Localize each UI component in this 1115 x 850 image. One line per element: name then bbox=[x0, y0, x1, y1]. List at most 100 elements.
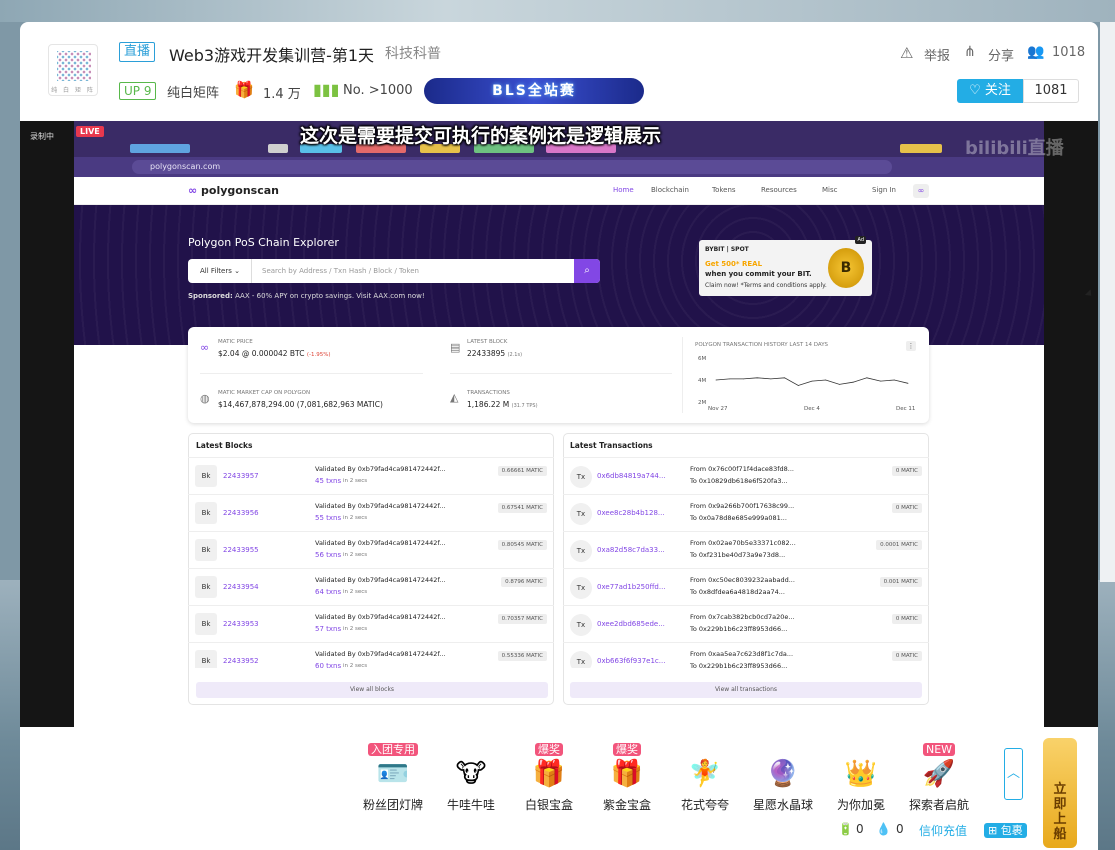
gift-name: 白银宝盒 bbox=[524, 798, 573, 812]
validator-link[interactable]: Validated By 0xb79fad4ca981472442f... bbox=[315, 465, 445, 473]
silver-seed-icon: 💧 bbox=[876, 822, 891, 836]
validator-link[interactable]: Validated By 0xb79fad4ca981472442f... bbox=[315, 650, 445, 658]
filter-dropdown[interactable]: All Filters ⌄ bbox=[188, 259, 252, 283]
transaction-row: Tx 0xee2dbd685ede... From 0x7cab382bcb0c… bbox=[563, 606, 929, 643]
block-number-link[interactable]: 22433956 bbox=[223, 509, 259, 517]
site-logo[interactable]: ∞ polygonscan bbox=[188, 184, 279, 197]
block-txns-link[interactable]: 64 txns bbox=[315, 588, 341, 596]
streamer-avatar[interactable]: 纯 白 矩 阵 bbox=[48, 44, 98, 96]
transactions-value[interactable]: 1,186.22 M bbox=[467, 400, 509, 409]
view-all-transactions-button[interactable]: View all transactions bbox=[570, 682, 922, 698]
tx-to-link[interactable]: To 0x229b1b6c23ff8953d66... bbox=[690, 625, 787, 633]
bls-banner[interactable]: BLS全站赛 bbox=[424, 78, 644, 104]
block-time: in 2 secs bbox=[343, 626, 368, 632]
tx-from-link[interactable]: From 0xaa5ea7c623d8f1c7da... bbox=[690, 650, 793, 658]
block-txns-link[interactable]: 57 txns bbox=[315, 625, 341, 633]
sponsored-text[interactable]: AAX - 60% APY on crypto savings. Visit A… bbox=[235, 292, 425, 300]
tx-hash-link[interactable]: 0x6db84819a744... bbox=[597, 472, 666, 480]
expand-gifts-button[interactable]: ︿ bbox=[1004, 748, 1023, 800]
validator-link[interactable]: Validated By 0xb79fad4ca981472442f... bbox=[315, 539, 445, 547]
block-txns-link[interactable]: 60 txns bbox=[315, 662, 341, 668]
block-txns-link[interactable]: 45 txns bbox=[315, 477, 341, 485]
nav-tokens[interactable]: Tokens bbox=[712, 186, 736, 194]
rank-value[interactable]: No. >1000 bbox=[343, 83, 413, 98]
share-icon[interactable]: ⋔ bbox=[964, 44, 976, 60]
block-txns-link[interactable]: 56 txns bbox=[315, 551, 341, 559]
tx-amount: 0 MATIC bbox=[891, 466, 922, 476]
room-category[interactable]: 科技科普 bbox=[385, 43, 441, 63]
tx-from-link[interactable]: From 0xc50ec8039232aabadd... bbox=[690, 576, 795, 584]
tx-hash-link[interactable]: 0xee2dbd685ede... bbox=[597, 620, 665, 628]
gift-item[interactable]: 🐮 牛哇牛哇 bbox=[436, 738, 506, 818]
tx-from-link[interactable]: From 0x02ae70b5e33371c082... bbox=[690, 539, 796, 547]
tx-hash-link[interactable]: 0xee8c28b4b128... bbox=[597, 509, 665, 517]
chart-ytick-label: 2M bbox=[698, 400, 706, 406]
validator-link[interactable]: Validated By 0xb79fad4ca981472442f... bbox=[315, 576, 445, 584]
block-time: in 2 secs bbox=[343, 552, 368, 558]
recharge-button[interactable]: 信仰充值 bbox=[919, 822, 967, 839]
latest-block[interactable]: 22433895 bbox=[467, 349, 505, 358]
validator-link[interactable]: Validated By 0xb79fad4ca981472442f... bbox=[315, 613, 445, 621]
block-number-link[interactable]: 22433953 bbox=[223, 620, 259, 628]
tx-hash-link[interactable]: 0xb663f6f937e1c... bbox=[597, 657, 665, 665]
ad-banner[interactable]: BYBIT | SPOT Get 500* REAL when you comm… bbox=[699, 236, 872, 296]
block-number-link[interactable]: 22433952 bbox=[223, 657, 259, 665]
streamer-name[interactable]: 纯白矩阵 bbox=[167, 82, 219, 101]
tx-to-link[interactable]: To 0x8dfdea6a4818d2aa74... bbox=[690, 588, 785, 596]
gift-item[interactable]: NEW 🚀 探索者启航 bbox=[904, 738, 974, 818]
gift-item[interactable]: 入团专用 🪪 粉丝团灯牌 bbox=[358, 738, 428, 818]
package-text: 包裹 bbox=[1000, 824, 1023, 837]
nav-resources[interactable]: Resources bbox=[761, 186, 797, 194]
tx-from-link[interactable]: From 0x76c00f71f4dace83fd8... bbox=[690, 465, 794, 473]
tx-to-link[interactable]: To 0x229b1b6c23ff8953d66... bbox=[690, 662, 787, 668]
validator-link[interactable]: Validated By 0xb79fad4ca981472442f... bbox=[315, 502, 445, 510]
share-button[interactable]: 分享 bbox=[988, 45, 1014, 64]
chart-xtick-label: Dec 11 bbox=[896, 406, 915, 412]
nav-signin[interactable]: Sign In bbox=[872, 186, 896, 194]
block-txns-link[interactable]: 55 txns bbox=[315, 514, 341, 522]
tx-hash-link[interactable]: 0xe77ad1b250ffd... bbox=[597, 583, 666, 591]
block-number-link[interactable]: 22433954 bbox=[223, 583, 259, 591]
search-icon: ⌕ bbox=[584, 265, 590, 276]
matic-price: $2.04 @ 0.000042 BTC bbox=[218, 349, 305, 358]
block-time: in 2 secs bbox=[343, 478, 368, 484]
report-button[interactable]: 举报 bbox=[924, 45, 950, 64]
follow-button[interactable]: ♡ 关注 bbox=[957, 79, 1023, 103]
ad-brand: BYBIT | SPOT bbox=[705, 246, 749, 253]
nav-blockchain[interactable]: Blockchain bbox=[651, 186, 689, 194]
nav-misc[interactable]: Misc bbox=[822, 186, 837, 194]
tx-to-link[interactable]: To 0x10829db618e6f520fa3... bbox=[690, 477, 788, 485]
gift-item[interactable]: 🧚 花式夸夸 bbox=[670, 738, 740, 818]
view-all-blocks-button[interactable]: View all blocks bbox=[196, 682, 548, 698]
report-icon[interactable]: ⚠ bbox=[900, 44, 913, 62]
gift-item[interactable]: 爆奖 🎁 紫金宝盒 bbox=[592, 738, 662, 818]
search-input[interactable]: Search by Address / Txn Hash / Block / T… bbox=[262, 259, 419, 283]
tx-icon: Tx bbox=[570, 503, 592, 525]
board-ship-button[interactable]: 立即上船 bbox=[1043, 738, 1077, 848]
gift-item[interactable]: 爆奖 🎁 白银宝盒 bbox=[514, 738, 584, 818]
chart-series-line bbox=[715, 377, 909, 386]
tx-from-link[interactable]: From 0x7cab382bcb0cd7a20e... bbox=[690, 613, 795, 621]
package-button[interactable]: ⊞ 包裹 bbox=[984, 822, 1027, 838]
search-button[interactable]: ⌕ bbox=[574, 259, 600, 283]
tx-to-link[interactable]: To 0xf231be40d73a9e73d8... bbox=[690, 551, 785, 559]
gift-item[interactable]: 👑 为你加冕 bbox=[826, 738, 896, 818]
chart-xtick-label: Nov 27 bbox=[708, 406, 728, 412]
chart-point bbox=[825, 379, 827, 381]
divider bbox=[450, 373, 672, 374]
block-number-link[interactable]: 22433957 bbox=[223, 472, 259, 480]
gift-icon: 🪪 bbox=[376, 759, 410, 789]
heart-icon: ♡ bbox=[969, 83, 985, 98]
gift-item[interactable]: 🔮 星愿水晶球 bbox=[748, 738, 818, 818]
tx-amount: 0.0001 MATIC bbox=[876, 540, 922, 550]
url-field[interactable]: polygonscan.com bbox=[132, 160, 892, 174]
block-icon: Bk bbox=[195, 650, 217, 668]
tx-to-link[interactable]: To 0x0a78d8e685e999a081... bbox=[690, 514, 787, 522]
tx-from-link[interactable]: From 0x9a266b700f17638c99... bbox=[690, 502, 794, 510]
network-switch-icon[interactable]: ∞ bbox=[913, 184, 929, 198]
package-label: ⊞ 包裹 bbox=[984, 823, 1027, 838]
tx-hash-link[interactable]: 0xa82d58c7da33... bbox=[597, 546, 665, 554]
block-number-link[interactable]: 22433955 bbox=[223, 546, 259, 554]
nav-home[interactable]: Home bbox=[613, 186, 634, 194]
live-tag[interactable]: 直播 bbox=[119, 42, 156, 62]
